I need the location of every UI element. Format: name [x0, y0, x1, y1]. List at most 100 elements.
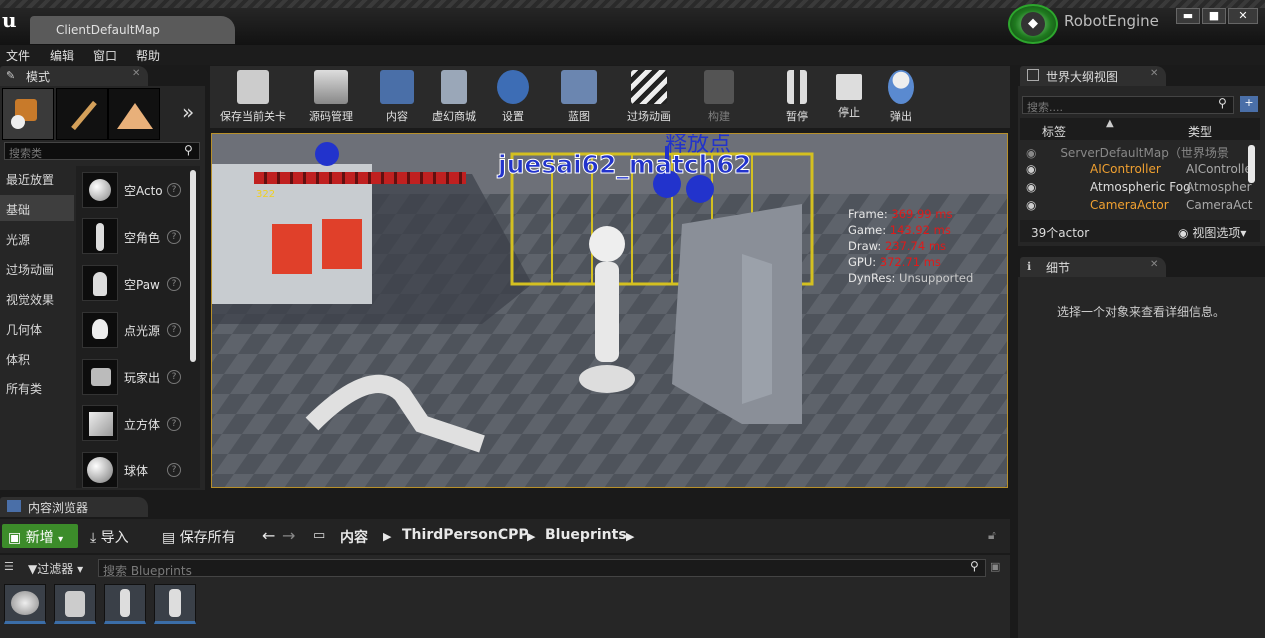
category-geometry[interactable]: 几何体 [0, 316, 74, 340]
menu-file[interactable]: 文件 [6, 47, 30, 64]
eye-icon[interactable]: ◉ [1026, 146, 1036, 160]
stop-button[interactable]: 停止 [825, 66, 873, 126]
modes-tab[interactable]: 模式 ✕ [0, 66, 148, 86]
empty-pawn-icon[interactable] [82, 265, 118, 301]
content-button[interactable]: 内容 [370, 66, 424, 126]
asset-search-input[interactable]: 搜索 Blueprints [98, 559, 986, 578]
help-icon[interactable]: ? [167, 183, 181, 197]
class-search-input[interactable]: 搜索类 [4, 142, 200, 160]
forward-arrow-icon[interactable]: → [282, 526, 295, 545]
stat-row: Game: 143.92 ms [848, 222, 973, 238]
view-options-button[interactable]: ◉ 视图选项▾ [1178, 224, 1246, 241]
sphere-icon[interactable] [82, 452, 118, 488]
save-level-button[interactable]: 保存当前关卡 [213, 66, 293, 126]
column-type-header[interactable]: 类型 [1188, 123, 1212, 140]
outliner-row[interactable]: ◉ Atmospheric Fog Atmospher [1026, 180, 1254, 194]
close-tab-icon[interactable]: ✕ [1150, 68, 1158, 79]
blueprints-label: 蓝图 [568, 110, 590, 123]
breadcrumb-content[interactable]: 内容 [340, 527, 368, 547]
help-icon[interactable]: ? [167, 230, 181, 244]
source-control-button[interactable]: 源码管理 [296, 66, 366, 126]
menu-window[interactable]: 窗口 [93, 47, 117, 64]
filter-button[interactable]: ▼过滤器 ▾ [28, 560, 83, 577]
paint-mode-icon[interactable] [56, 88, 108, 140]
blueprint-icon [561, 70, 597, 104]
eject-label: 弹出 [890, 110, 912, 123]
category-lights[interactable]: 光源 [0, 226, 74, 250]
category-volumes[interactable]: 体积 [0, 346, 74, 370]
chevron-down-icon: ▾ [77, 562, 84, 576]
search-icon: ⚲ [1218, 96, 1227, 110]
stat-value: 369.99 ms [891, 207, 953, 221]
doc-tab[interactable]: ClientDefaultMap [30, 16, 235, 44]
asset-thumbnail[interactable] [104, 584, 146, 624]
add-actor-icon[interactable]: + [1240, 96, 1258, 112]
class-list-scrollbar[interactable] [190, 170, 196, 362]
import-button[interactable]: ⤓ 导入 [90, 527, 129, 547]
source-control-label: 源码管理 [309, 110, 353, 123]
sources-toggle-icon[interactable]: ☰ [4, 560, 14, 573]
outliner-row[interactable]: ◉ CameraActor CameraAct [1026, 198, 1254, 212]
breadcrumb-blueprints[interactable]: Blueprints [545, 527, 627, 543]
help-icon[interactable]: ? [167, 417, 181, 431]
settings-button[interactable]: 设置 [486, 66, 540, 126]
world-outliner-tab[interactable]: 世界大纲视图 ✕ [1020, 66, 1166, 86]
breadcrumb-thirdpersoncpp[interactable]: ThirdPersonCPP [402, 527, 529, 543]
player-start-icon[interactable] [82, 359, 118, 395]
asset-thumbnail[interactable] [4, 584, 46, 624]
save-search-icon[interactable]: ▣ [990, 560, 1000, 573]
cinematics-button[interactable]: 过场动画 [617, 66, 681, 126]
empty-character-icon[interactable] [82, 218, 118, 254]
empty-actor-icon[interactable] [82, 172, 118, 208]
outliner-row[interactable]: ◉ ServerDefaultMap（世界场景 [1026, 144, 1254, 161]
breadcrumb-separator-icon: ▶ [383, 530, 392, 543]
category-basic[interactable]: 基础 [0, 195, 74, 221]
level-viewport[interactable]: 释放点 juesai62_match62 322 [211, 133, 1008, 488]
close-tab-icon[interactable]: ✕ [132, 68, 140, 79]
help-icon[interactable]: ? [167, 277, 181, 291]
pause-button[interactable]: 暂停 [773, 66, 821, 126]
close-tab-icon[interactable]: ✕ [1150, 259, 1158, 270]
build-button[interactable]: 构建 [694, 66, 744, 126]
new-button[interactable]: ▣ 新增 ▾ [2, 524, 78, 548]
minimize-button[interactable]: ▬ [1176, 8, 1200, 24]
details-tab[interactable]: 细节 ✕ [1020, 257, 1166, 277]
search-icon: ⚲ [970, 559, 979, 573]
eject-button[interactable]: 弹出 [877, 66, 925, 126]
category-visual-effects[interactable]: 视觉效果 [0, 286, 74, 310]
place-mode-icon[interactable] [2, 88, 54, 140]
point-light-icon[interactable] [82, 312, 118, 348]
outliner-row[interactable]: ◉ AIController AIControlle [1026, 162, 1254, 176]
menu-edit[interactable]: 编辑 [50, 47, 74, 64]
help-icon[interactable]: ? [167, 323, 181, 337]
lock-icon[interactable]: 🔓︎ [988, 528, 996, 543]
help-icon[interactable]: ? [167, 463, 181, 477]
save-all-button[interactable]: ▤ 保存所有 [162, 527, 236, 547]
category-all-classes[interactable]: 所有类 [0, 375, 74, 399]
category-recent[interactable]: 最近放置 [0, 166, 74, 190]
landscape-mode-icon[interactable] [108, 88, 160, 140]
cube-icon[interactable] [82, 405, 118, 441]
back-arrow-icon[interactable]: ← [262, 526, 275, 545]
actor-count: 39个actor [1031, 226, 1090, 240]
outliner-scrollbar[interactable] [1248, 145, 1255, 183]
outliner-row-name: ServerDefaultMap（世界场景 [1060, 146, 1229, 160]
menu-help[interactable]: 帮助 [136, 47, 160, 64]
maximize-button[interactable]: ■ [1202, 8, 1226, 24]
outliner-search-input[interactable]: 搜索.... [1022, 96, 1234, 114]
eye-icon[interactable]: ◉ [1026, 162, 1036, 176]
column-label-header[interactable]: 标签 [1042, 123, 1066, 140]
content-browser-tab[interactable]: 内容浏览器 [0, 497, 148, 517]
more-modes-button[interactable]: » [182, 100, 194, 124]
eye-icon[interactable]: ◉ [1026, 198, 1036, 212]
close-button[interactable]: ✕ [1228, 8, 1258, 24]
category-cinematic[interactable]: 过场动画 [0, 256, 74, 280]
blueprints-button[interactable]: 蓝图 [551, 66, 607, 126]
asset-thumbnail[interactable] [54, 584, 96, 624]
cube-label: 立方体 [124, 418, 161, 432]
asset-thumbnail[interactable] [154, 584, 196, 624]
eye-icon[interactable]: ◉ [1026, 180, 1036, 194]
marketplace-button[interactable]: 虚幻商城 [425, 66, 483, 126]
sphere-label: 球体 [124, 464, 149, 478]
help-icon[interactable]: ? [167, 370, 181, 384]
